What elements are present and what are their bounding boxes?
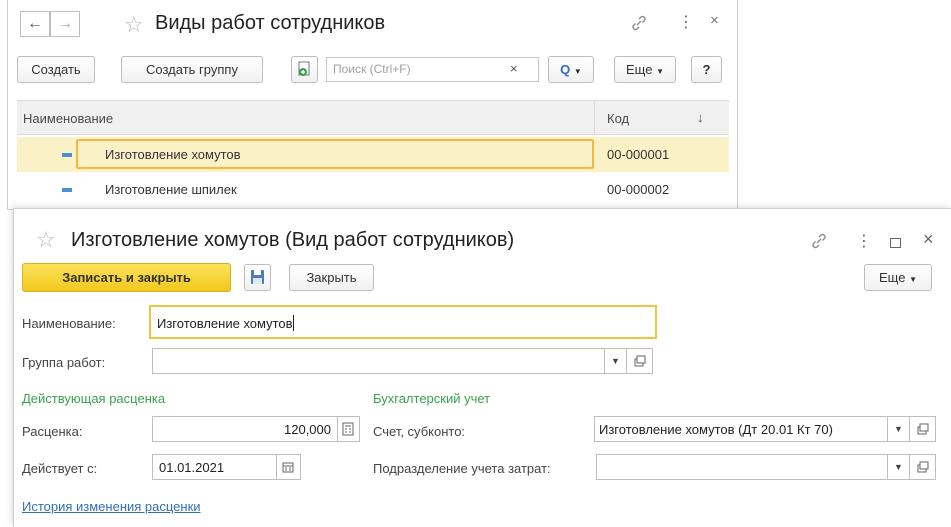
save-button[interactable]	[244, 264, 271, 291]
form-window-title: Изготовление хомутов (Вид работ сотрудни…	[71, 229, 515, 251]
calculator-icon	[342, 422, 354, 436]
arrow-left-icon: ←	[27, 15, 43, 32]
more-label: Еще	[879, 270, 906, 285]
floppy-disk-icon	[251, 270, 264, 284]
list-window: ← → ☆ Виды работ сотрудников ⋮ × Создать…	[7, 0, 738, 210]
accounting-section-title: Бухгалтерский учет	[373, 391, 491, 406]
favorite-star-icon[interactable]: ☆	[36, 227, 56, 253]
row-name: Изготовление шпилек	[105, 182, 237, 197]
current-rate-section-title: Действующая расценка	[22, 391, 166, 406]
date-picker-button[interactable]	[277, 454, 301, 480]
document-add-icon	[298, 61, 310, 76]
chevron-down-icon: ▼	[909, 275, 917, 284]
maximize-icon[interactable]	[890, 238, 901, 248]
sort-arrow-icon: ↓	[697, 110, 704, 125]
close-icon[interactable]: ×	[710, 12, 719, 29]
account-dropdown-button[interactable]: ▼	[888, 416, 910, 442]
column-divider	[594, 101, 595, 134]
table-header: Наименование Код ↓	[17, 100, 729, 135]
table-row[interactable]: Изготовление шпилек 00-000002	[17, 172, 729, 207]
rate-label: Расценка:	[22, 424, 83, 439]
form-window: ☆ Изготовление хомутов (Вид работ сотруд…	[13, 208, 951, 527]
work-group-dropdown-button[interactable]: ▼	[605, 348, 627, 374]
rate-history-link[interactable]: История изменения расценки	[22, 499, 201, 514]
account-input[interactable]: Изготовление хомутов (Дт 20.01 Кт 70)	[594, 416, 888, 442]
chevron-down-icon: ▼	[573, 67, 582, 76]
open-window-icon	[917, 423, 929, 435]
column-code-header[interactable]: Код	[607, 111, 629, 126]
valid-from-label: Действует с:	[22, 461, 98, 476]
row-code: 00-000002	[607, 182, 670, 197]
close-icon[interactable]: ×	[923, 229, 934, 250]
more-actions-icon[interactable]: ⋮	[856, 231, 872, 251]
work-group-open-button[interactable]	[627, 348, 653, 374]
more-actions-icon[interactable]: ⋮	[678, 12, 694, 32]
item-icon	[62, 188, 72, 192]
favorite-star-icon[interactable]: ☆	[124, 12, 144, 38]
open-window-icon	[634, 355, 646, 367]
more-label: Еще	[626, 62, 653, 77]
cost-department-label: Подразделение учета затрат:	[373, 461, 551, 476]
row-code: 00-000001	[607, 147, 670, 162]
name-input[interactable]: Изготовление хомутов	[149, 305, 657, 339]
create-group-button[interactable]: Создать группу	[121, 56, 263, 83]
chevron-down-icon: ▼	[656, 67, 664, 76]
cost-department-dropdown-button[interactable]: ▼	[888, 454, 910, 480]
item-icon	[62, 153, 72, 157]
chevron-down-icon: ▼	[894, 424, 903, 434]
create-button[interactable]: Создать	[17, 56, 95, 83]
text-cursor	[292, 315, 294, 331]
account-label: Счет, субконто:	[373, 424, 466, 439]
list-window-title: Виды работ сотрудников	[155, 12, 386, 34]
name-label: Наименование:	[22, 316, 116, 331]
copy-create-button[interactable]	[291, 56, 318, 83]
name-value: Изготовление хомутов	[157, 316, 293, 331]
calculator-button[interactable]	[338, 416, 360, 442]
table-row[interactable]: Изготовление хомутов 00-000001	[17, 137, 729, 172]
more-button[interactable]: Еще ▼	[614, 56, 676, 83]
work-group-input[interactable]	[152, 348, 605, 374]
more-button[interactable]: Еще ▼	[864, 264, 932, 291]
account-open-button[interactable]	[910, 416, 936, 442]
back-button[interactable]: ←	[20, 11, 50, 37]
save-and-close-button[interactable]: Записать и закрыть	[22, 263, 231, 292]
chevron-down-icon: ▼	[894, 462, 903, 472]
calendar-icon	[282, 462, 294, 473]
link-icon[interactable]	[630, 14, 648, 35]
rate-input[interactable]: 120,000	[152, 416, 338, 442]
open-window-icon	[917, 461, 929, 473]
cost-department-open-button[interactable]	[910, 454, 936, 480]
search-placeholder: Поиск (Ctrl+F)	[333, 62, 411, 76]
valid-from-input[interactable]: 01.01.2021	[152, 454, 277, 480]
close-button[interactable]: Закрыть	[289, 264, 374, 291]
search-input[interactable]: Поиск (Ctrl+F)	[326, 57, 539, 82]
row-name: Изготовление хомутов	[105, 147, 241, 162]
forward-button[interactable]: →	[50, 11, 80, 37]
arrow-right-icon: →	[57, 15, 73, 32]
link-icon[interactable]	[810, 232, 828, 253]
column-name-header[interactable]: Наименование	[23, 111, 113, 126]
help-button[interactable]: ?	[691, 56, 722, 83]
search-options-button[interactable]: Q ▼	[548, 56, 594, 83]
magnifier-icon: Q	[560, 62, 571, 77]
chevron-down-icon: ▼	[611, 356, 620, 366]
cost-department-input[interactable]	[596, 454, 888, 480]
search-clear-icon[interactable]: ×	[510, 61, 518, 76]
work-group-label: Группа работ:	[22, 355, 106, 370]
